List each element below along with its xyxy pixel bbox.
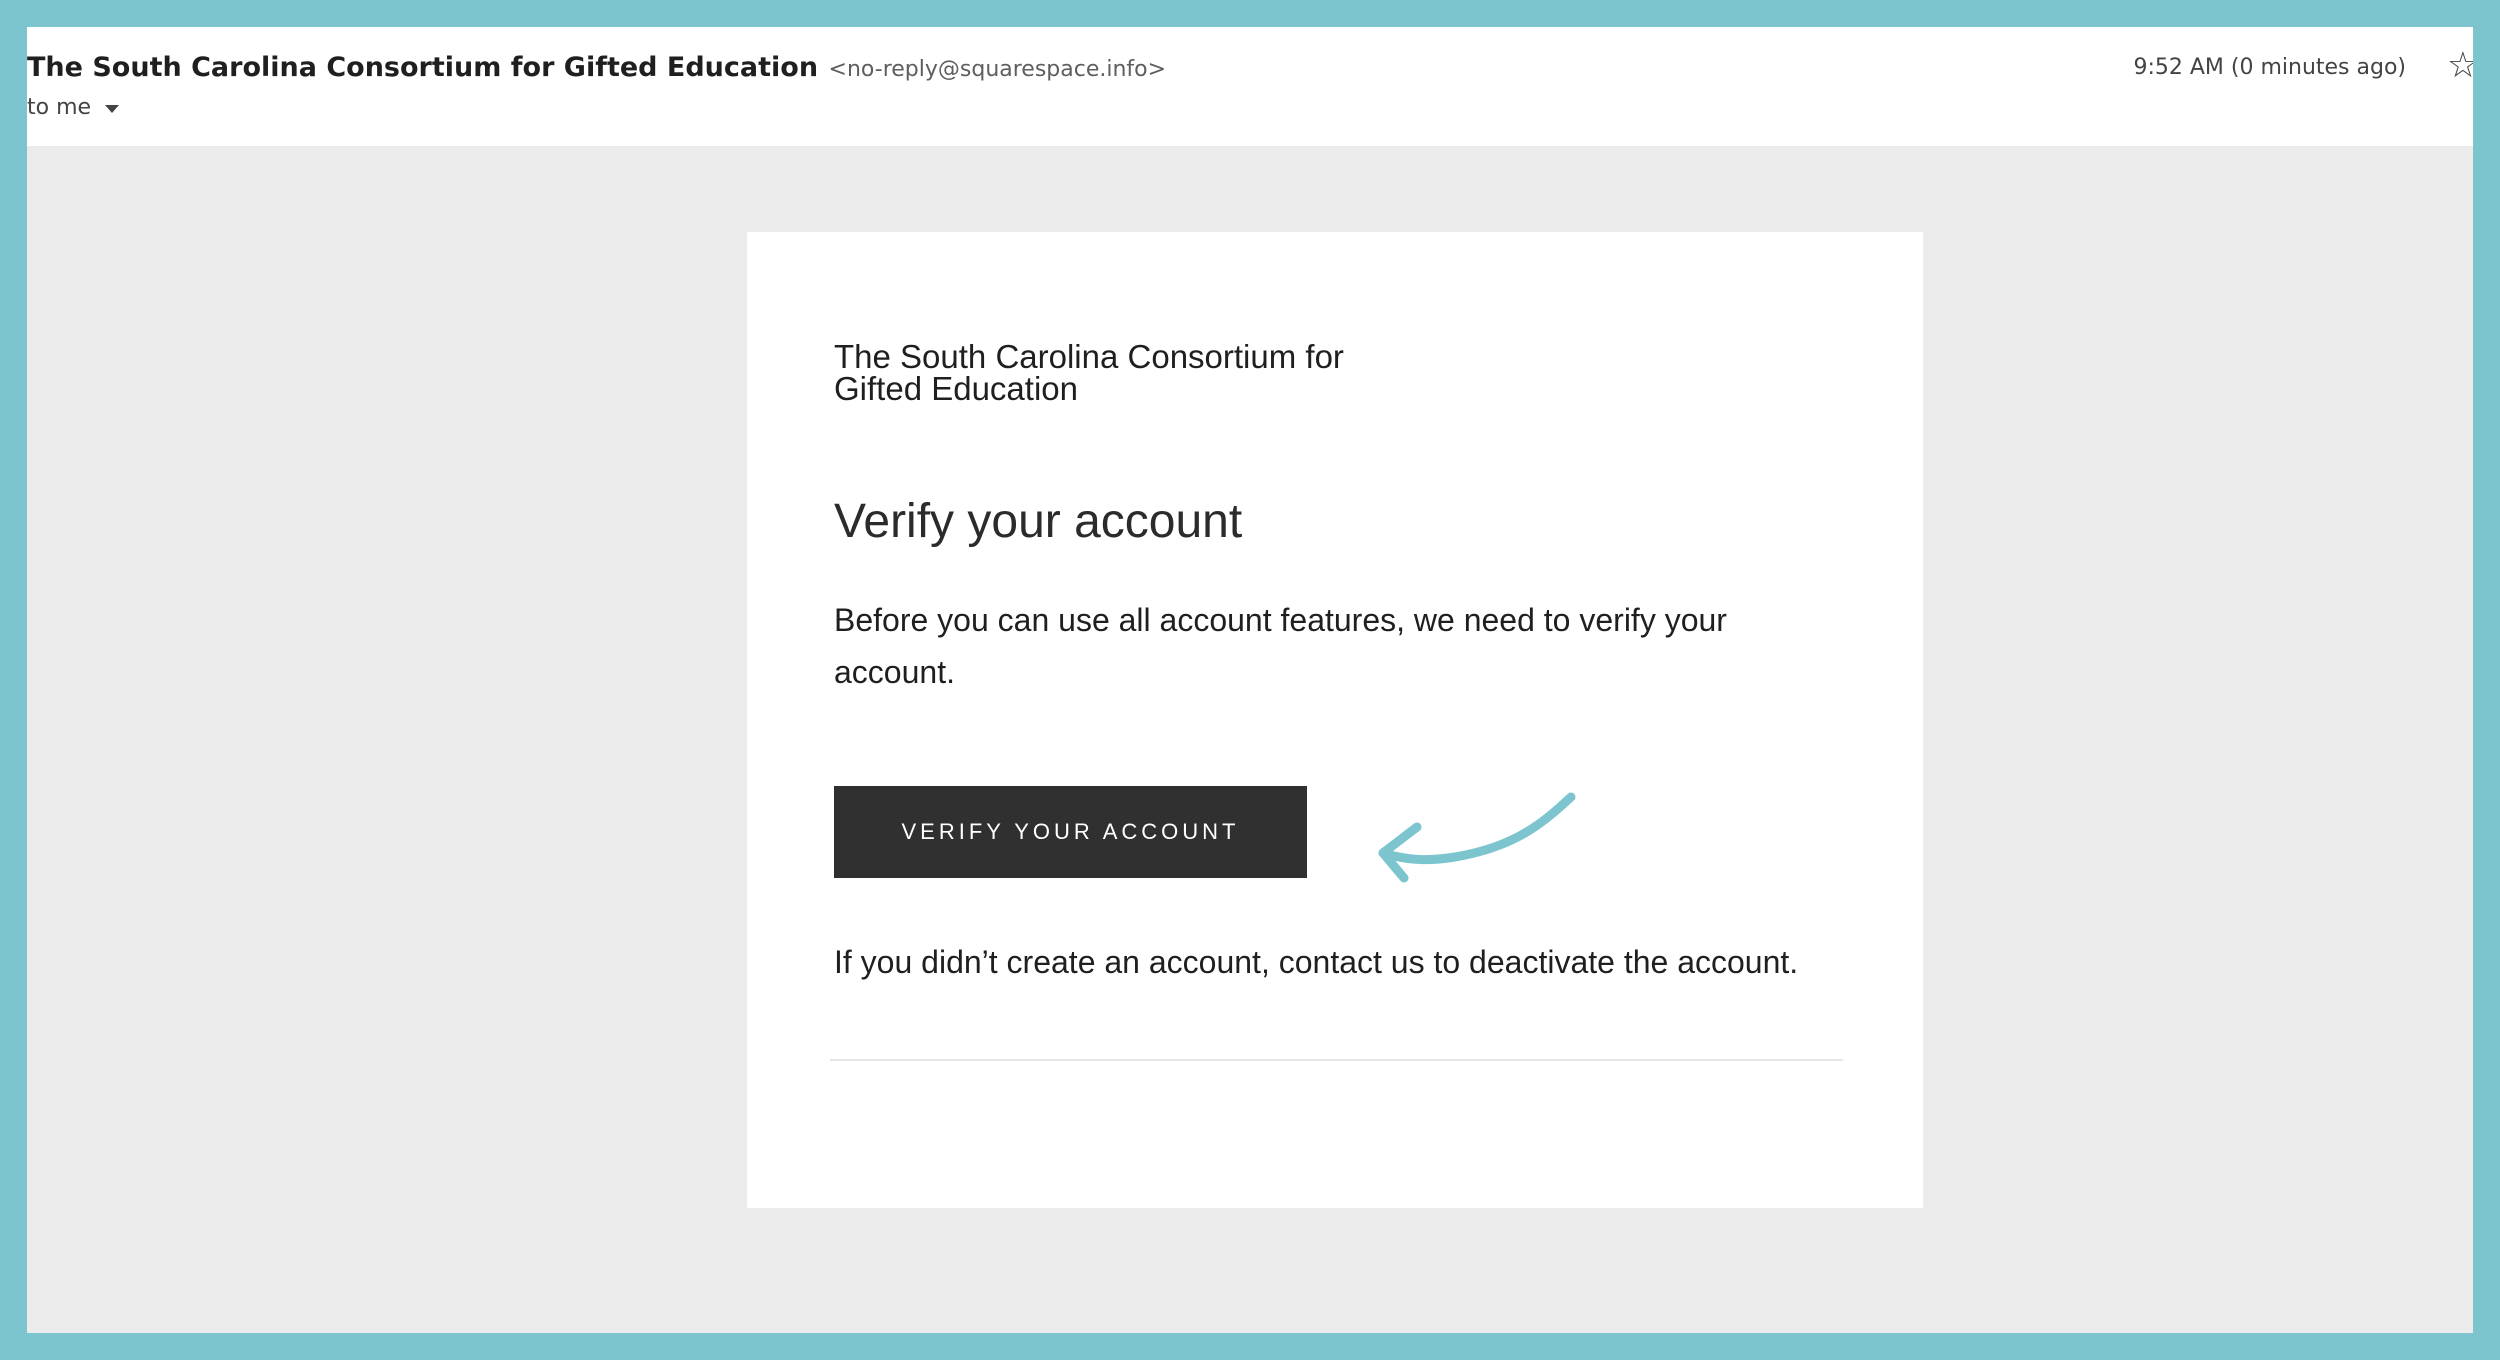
verify-account-button[interactable]: VERIFY YOUR ACCOUNT bbox=[834, 786, 1307, 878]
recipient-label: to me bbox=[27, 95, 92, 120]
divider bbox=[830, 1059, 1843, 1061]
email-body-text: Before you can use all account features,… bbox=[834, 602, 1727, 690]
timestamp: 9:52 AM (0 minutes ago) bbox=[2133, 55, 2406, 80]
arrow-head bbox=[1378, 822, 1422, 883]
star-icon[interactable]: ☆ bbox=[2447, 47, 2473, 83]
sender-line: The South Carolina Consortium for Gifted… bbox=[27, 52, 1166, 83]
email-header: The South Carolina Consortium for Gifted… bbox=[27, 27, 2473, 146]
curved-arrow-icon bbox=[1378, 792, 1576, 883]
email-card: The South Carolina Consortium for Gifted… bbox=[747, 232, 1923, 1208]
recipient-details-toggle[interactable]: to me bbox=[27, 95, 120, 120]
footer-text: If you didn’t create an account, contact… bbox=[834, 944, 1799, 980]
sender-name[interactable]: The South Carolina Consortium for Gifted… bbox=[27, 52, 818, 83]
brand-title: The South Carolina Consortium for Gifted… bbox=[834, 338, 1344, 407]
page-title: Verify your account bbox=[834, 495, 1243, 548]
screenshot-frame: The South Carolina Consortium for Gifted… bbox=[27, 27, 2473, 1333]
sender-email: <no-reply@squarespace.info> bbox=[828, 57, 1167, 82]
chevron-down-icon[interactable] bbox=[105, 104, 120, 113]
